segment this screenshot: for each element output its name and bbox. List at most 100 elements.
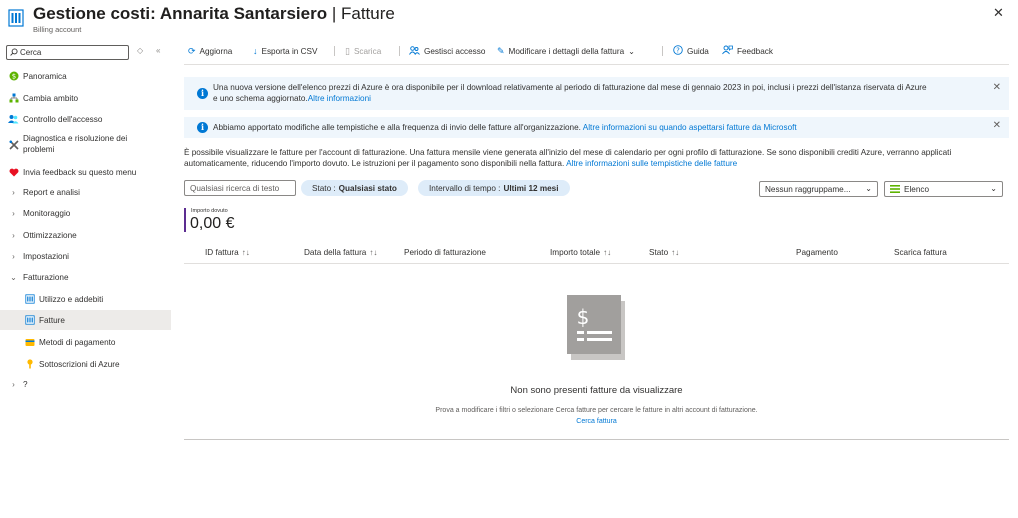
empty-state-title: Non sono presenti fatture da visualizzar… [510, 385, 683, 396]
status-filter-pill[interactable]: Stato : Qualsiasi stato [301, 180, 408, 196]
time-range-filter-pill[interactable]: Intervallo di tempo : Ultimi 12 mesi [418, 180, 570, 196]
sort-icon: ↑↓ [671, 248, 680, 257]
sidebar-item-fatture[interactable]: Fatture [0, 310, 171, 330]
sidebar-item-feedback[interactable]: Invia feedback su questo menu [0, 165, 171, 179]
refresh-button[interactable]: ⟳ Aggiorna [188, 44, 232, 58]
chevron-right-icon: › [12, 379, 15, 389]
sidebar-item-sottoscrizioni[interactable]: Sottoscrizioni di Azure [0, 357, 171, 371]
download-arrow-icon: ↓ [253, 46, 258, 56]
sort-icon: ↑↓ [241, 248, 250, 257]
sidebar-search-input[interactable] [20, 48, 128, 57]
sidebar-item-panoramica[interactable]: $ Panoramica [0, 69, 171, 83]
billing-account-icon [8, 9, 24, 27]
manage-access-button[interactable]: Gestisci accesso [409, 44, 485, 58]
table-header-divider [184, 263, 1009, 264]
sort-icon: ↑↓ [369, 248, 378, 257]
text-search-filter[interactable] [184, 180, 296, 196]
feedback-button[interactable]: Feedback [722, 44, 773, 58]
sidebar-item-cambia-ambito[interactable]: Cambia ambito [0, 91, 171, 105]
toolbar-divider [662, 46, 663, 56]
key-icon [24, 359, 35, 370]
column-header-billing-period: Periodo di fatturazione [404, 248, 486, 257]
amount-accent-bar [184, 208, 186, 232]
list-view-icon [890, 185, 900, 193]
help-icon: ? [673, 45, 683, 57]
export-csv-button[interactable]: ↓ Esporta in CSV [253, 44, 317, 58]
chevron-right-icon: › [12, 208, 15, 218]
page-subtitle: Billing account [33, 25, 82, 34]
access-control-icon [8, 114, 19, 125]
column-header-download-invoice: Scarica fattura [894, 248, 947, 257]
grouping-dropdown[interactable]: Nessun raggruppame... ⌄ [759, 181, 878, 197]
sort-icon: ↑↓ [603, 248, 612, 257]
column-header-payment: Pagamento [796, 248, 838, 257]
svg-text:$: $ [577, 305, 590, 329]
svg-text:$: $ [11, 73, 15, 81]
invoices-icon [24, 315, 35, 326]
sidebar-toggle-icon[interactable]: ◇ [137, 46, 143, 55]
feedback-icon [722, 45, 733, 57]
toolbar-divider [399, 46, 400, 56]
svg-text:?: ? [676, 47, 680, 55]
sidebar-item-utilizzo[interactable]: Utilizzo e addebiti [0, 292, 171, 306]
banner-learn-more-link[interactable]: Altre informazioni [308, 94, 371, 103]
people-icon [409, 45, 420, 57]
collapse-sidebar-icon[interactable]: « [156, 46, 160, 55]
chevron-down-icon: ⌄ [990, 184, 997, 193]
sidebar-item-controllo-accesso[interactable]: Controllo dell'accesso [0, 112, 171, 126]
dismiss-banner-icon[interactable]: ✕ [993, 120, 1001, 131]
sidebar-item-monitoraggio[interactable]: › Monitoraggio [0, 206, 171, 220]
sidebar-search[interactable] [6, 45, 129, 60]
document-icon: ▯ [345, 45, 350, 56]
sidebar-item-report[interactable]: › Report e analisi [0, 185, 171, 199]
empty-invoice-icon: $ [567, 295, 625, 360]
usage-icon [24, 294, 35, 305]
toolbar-divider-line [184, 64, 1009, 65]
empty-state-description: Prova a modificare i filtri o selezionar… [435, 407, 758, 414]
sidebar-item-fatturazione[interactable]: ⌄ Fatturazione [0, 270, 171, 284]
diagnose-icon [8, 139, 19, 150]
invoices-description: È possibile visualizzare le fatture per … [184, 148, 952, 168]
heart-icon [8, 167, 19, 178]
price-list-banner: i Una nuova versione dell'elenco prezzi … [184, 77, 1009, 110]
payment-icon [24, 337, 35, 348]
refresh-icon: ⟳ [188, 45, 196, 56]
view-dropdown[interactable]: Elenco ⌄ [884, 181, 1003, 197]
sidebar-item-impostazioni[interactable]: › Impostazioni [0, 249, 171, 263]
amount-due-value: 0,00 € [190, 215, 235, 232]
amount-due-label: Importo dovuto [191, 208, 228, 214]
help-button[interactable]: ? Guida [673, 44, 709, 58]
chevron-right-icon: › [12, 230, 15, 240]
search-icon [10, 47, 18, 58]
sidebar-item-unknown[interactable]: › ? [0, 377, 171, 391]
close-icon[interactable]: ✕ [993, 5, 1004, 21]
toolbar-divider [334, 46, 335, 56]
edit-invoice-details-button[interactable]: ✎ Modificare i dettagli della fattura ⌄ [497, 44, 635, 58]
sidebar-item-metodi-pagamento[interactable]: Metodi di pagamento [0, 335, 171, 349]
invoice-timing-banner: i Abbiamo apportato modifiche alle tempi… [184, 117, 1009, 138]
scope-icon [8, 93, 19, 104]
info-icon: i [197, 88, 208, 99]
table-bottom-divider [184, 439, 1009, 440]
sidebar-item-ottimizzazione[interactable]: › Ottimizzazione [0, 228, 171, 242]
invoice-timing-link[interactable]: Altre informazioni sulle tempistiche del… [566, 159, 737, 168]
info-icon: i [197, 122, 208, 133]
overview-icon: $ [8, 71, 19, 82]
more-options-icon[interactable]: ··· [369, 4, 385, 19]
column-header-total-amount[interactable]: Importo totale ↑↓ [550, 248, 611, 257]
search-invoice-link[interactable]: Cerca fattura [576, 418, 616, 425]
pencil-icon: ✎ [497, 45, 505, 56]
sidebar-item-diagnostica[interactable]: Diagnostica e risoluzione dei problemi [0, 134, 171, 156]
dismiss-banner-icon[interactable]: ✕ [993, 82, 1001, 93]
column-header-invoice-date[interactable]: Data della fattura ↑↓ [304, 248, 377, 257]
column-header-status[interactable]: Stato ↑↓ [649, 248, 679, 257]
column-header-invoice-id[interactable]: ID fattura ↑↓ [205, 248, 250, 257]
banner-invoice-timing-link[interactable]: Altre informazioni su quando aspettarsi … [583, 123, 797, 132]
download-button[interactable]: ▯ Scarica [345, 44, 381, 58]
page-title: Gestione costi: Annarita Santarsiero | F… [33, 4, 395, 23]
chevron-down-icon: ⌄ [10, 272, 17, 282]
text-search-input[interactable] [190, 183, 295, 193]
chevron-right-icon: › [12, 251, 15, 261]
chevron-right-icon: › [12, 187, 15, 197]
chevron-down-icon: ⌄ [865, 184, 872, 193]
